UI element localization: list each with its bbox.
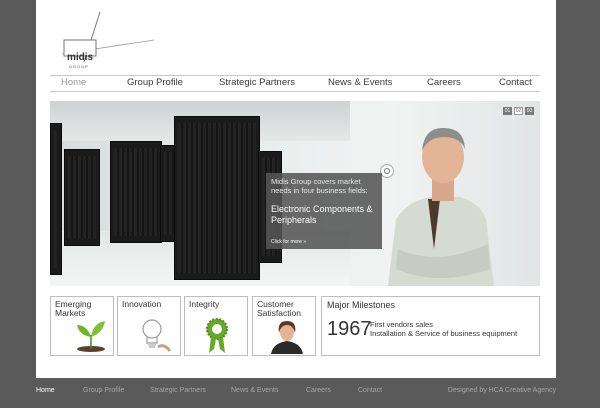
caption-more-link[interactable]: Click for more » [271,239,306,245]
light-bulb-icon [142,319,172,352]
nav-item-group-profile[interactable]: Group Profile [127,77,183,88]
nav-item-news-events[interactable]: News & Events [328,77,392,88]
feature-customer-satisfaction[interactable]: Customer Satisfaction [252,296,316,356]
hero-banner[interactable]: Midis Group covers market needs in four … [50,101,540,286]
feature-integrity[interactable]: Integrity [184,296,248,356]
milestone-line: Installation & Service of business equip… [370,329,518,338]
nav-item-careers[interactable]: Careers [427,77,461,88]
pager-button[interactable]: 03 [525,107,534,115]
server-rack [64,149,100,246]
rosette-ribbon-icon [206,318,228,353]
nav-item-home[interactable]: Home [61,77,86,88]
caption-marker-icon [380,164,394,178]
milestones-title: Major Milestones [327,300,396,310]
milestone-line: First vendors sales [370,320,433,329]
footer-link-group-profile[interactable]: Group Profile [83,387,124,394]
milestones-panel[interactable]: Major Milestones 1967 First vendors sale… [321,296,540,356]
footer: Home Group Profile Strategic Partners Ne… [0,378,600,408]
plant-sprout-icon [77,321,105,352]
caption-intro: Midis Group covers market needs in four … [271,177,368,195]
footer-link-careers[interactable]: Careers [306,387,331,394]
feature-title: Integrity [189,299,220,309]
feature-innovation[interactable]: Innovation [117,296,181,356]
businessman-image [388,127,494,286]
server-rack [110,141,162,243]
footer-link-home[interactable]: Home [36,387,55,394]
pager-button-active[interactable]: 02 [514,107,523,115]
nav-item-strategic-partners[interactable]: Strategic Partners [219,77,295,88]
footer-link-strategic-partners[interactable]: Strategic Partners [150,387,206,394]
nav-item-contact[interactable]: Contact [499,77,532,88]
banner-pager: 01 02 03 [503,107,534,115]
banner-caption: Midis Group covers market needs in four … [266,173,382,249]
pager-button[interactable]: 01 [503,107,512,115]
feature-title: Innovation [122,299,162,309]
server-rack [174,116,260,280]
customer-agent-icon [271,321,303,354]
footer-link-news-events[interactable]: News & Events [231,387,278,394]
logo-text: midis [67,52,94,63]
server-rack [50,123,62,275]
feature-emerging-markets[interactable]: Emerging Markets [50,296,114,356]
footer-link-contact[interactable]: Contact [358,387,382,394]
logo[interactable]: midis GROUP [50,10,160,70]
footer-credit[interactable]: Designed by HCA Creative Agency [448,387,556,394]
logo-subtext: GROUP [69,64,89,69]
feature-title: Emerging Markets [55,299,92,318]
feature-title: Customer Satisfaction [257,299,301,318]
milestone-year: 1967 [327,318,372,340]
main-nav: Home Group Profile Strategic Partners Ne… [50,75,540,92]
page-container: midis GROUP Home Group Profile Strategic… [36,0,556,378]
caption-title: Electronic Components & Peripherals [271,204,373,225]
